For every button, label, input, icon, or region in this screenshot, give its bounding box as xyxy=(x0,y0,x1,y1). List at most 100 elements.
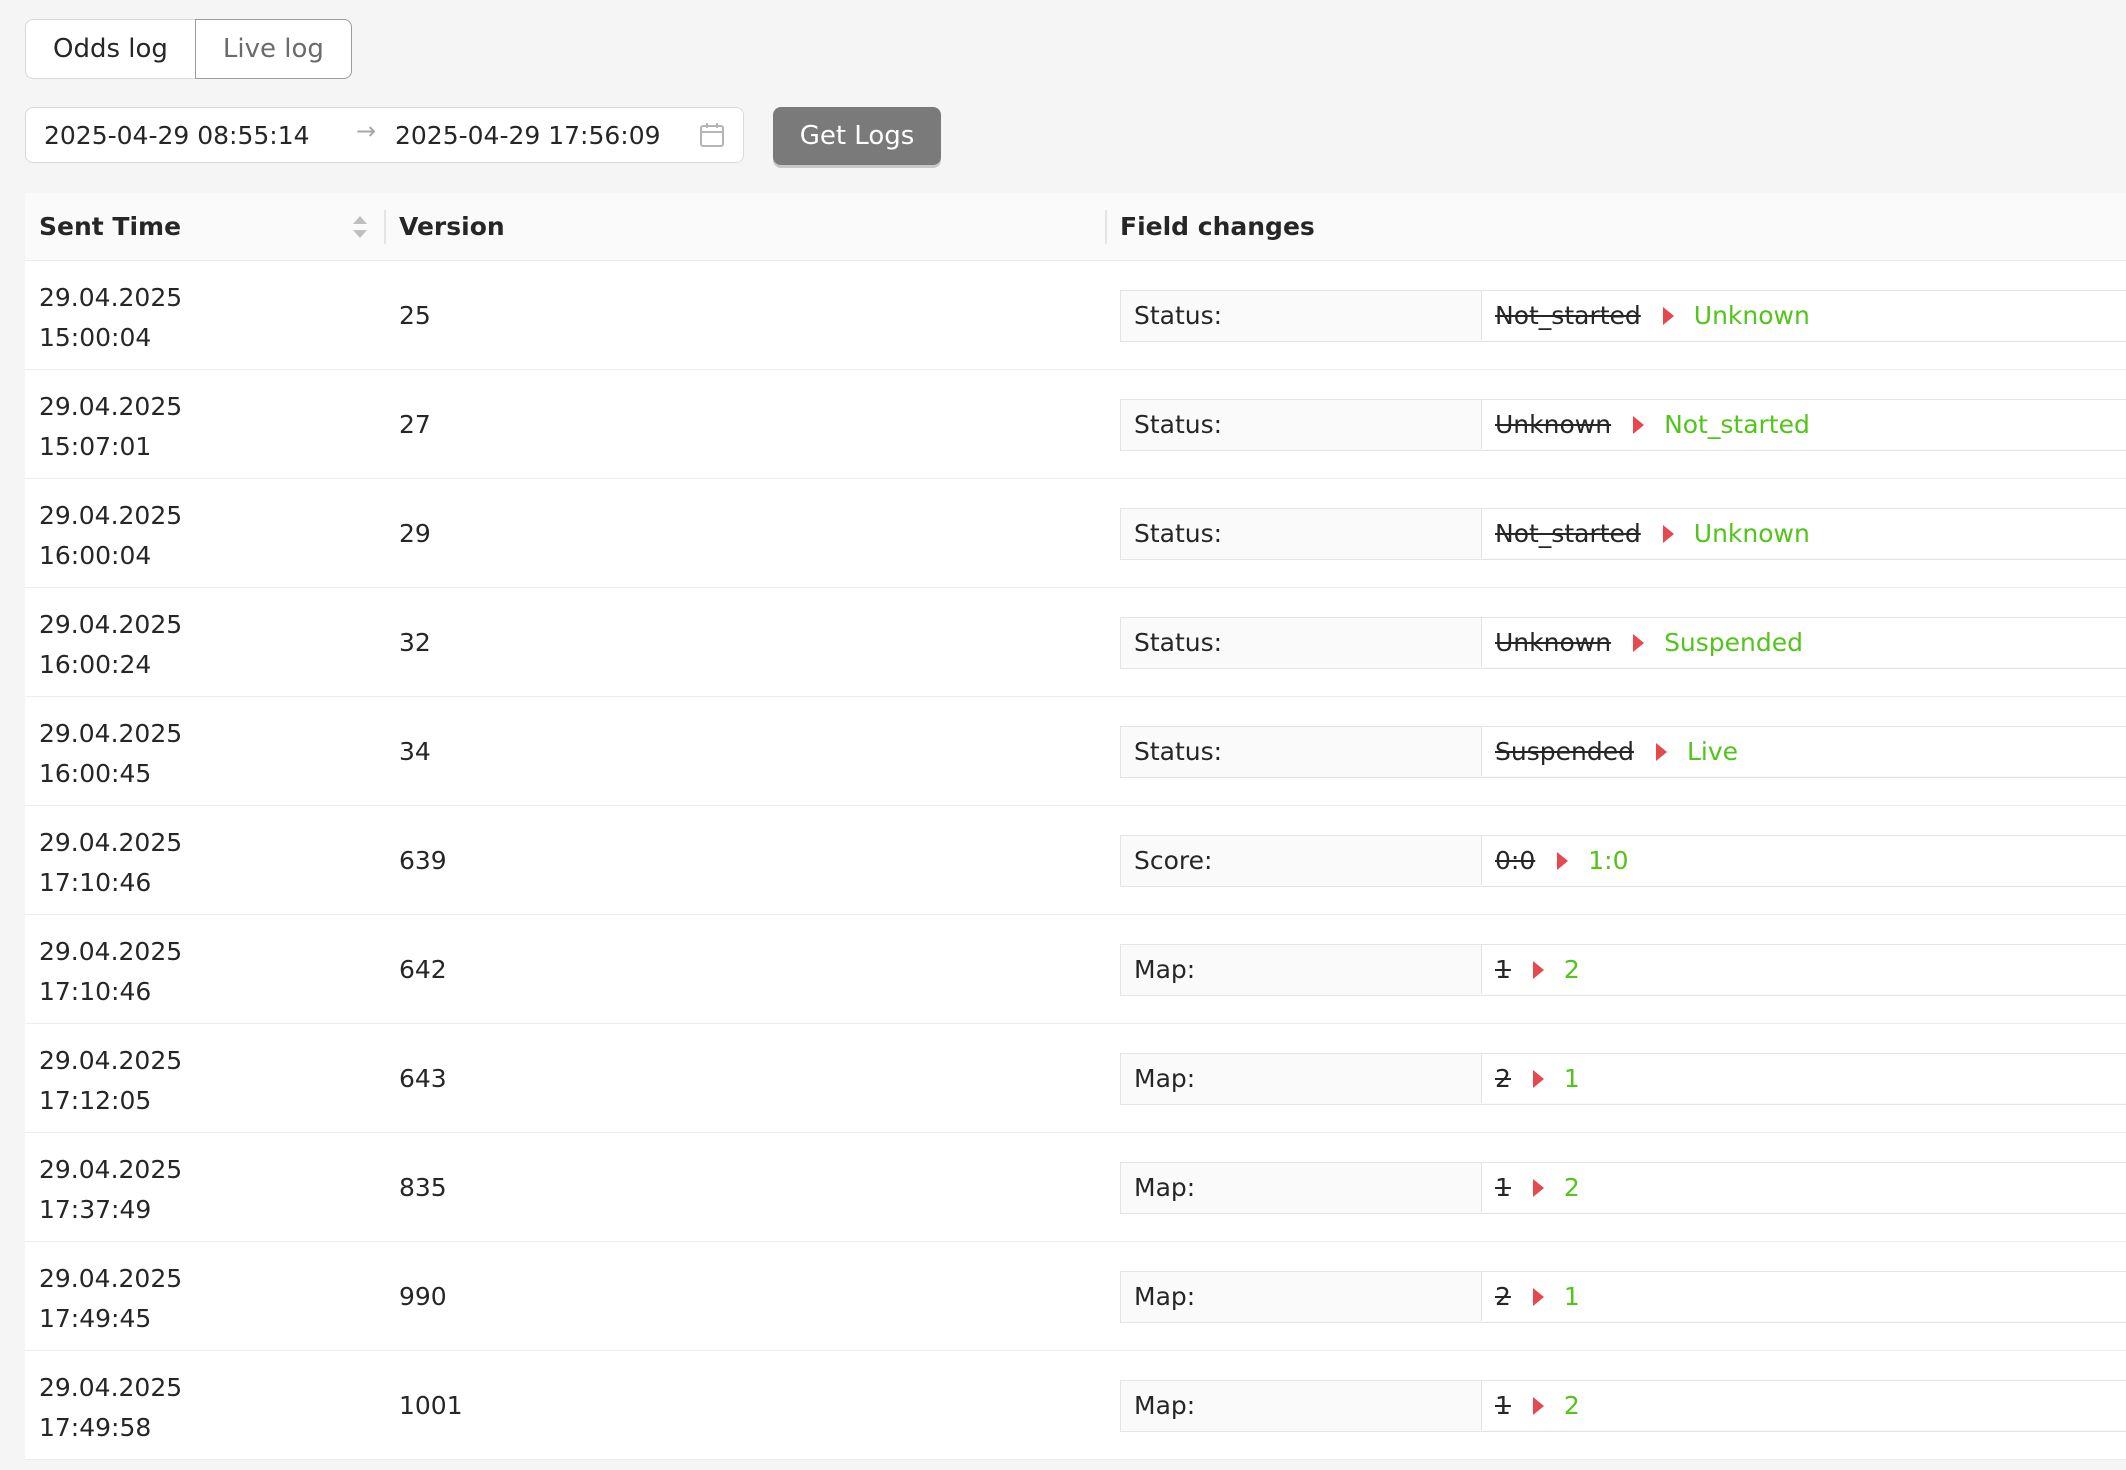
table-row: 29.04.2025 17:37:49 835 Map: 1 2 xyxy=(25,1133,2126,1242)
new-value: Unknown xyxy=(1693,301,1810,330)
field-change: Map: 1 2 xyxy=(1120,1380,2126,1432)
table-row: 29.04.2025 17:49:45 990 Map: 2 1 xyxy=(25,1242,2126,1351)
version-cell: 29 xyxy=(399,519,431,548)
sent-time: 15:07:01 xyxy=(39,432,152,461)
caret-right-icon xyxy=(1557,851,1569,870)
start-date-input[interactable]: 2025-04-29 08:55:14 xyxy=(44,121,310,150)
version-cell: 1001 xyxy=(399,1391,463,1420)
log-type-tabs: Odds log Live log xyxy=(25,19,352,79)
version-cell: 642 xyxy=(399,955,447,984)
old-value: 1 xyxy=(1495,1173,1511,1202)
field-values: Suspended Live xyxy=(1481,727,2126,776)
sent-date: 29.04.2025 xyxy=(39,1264,183,1293)
caret-right-icon xyxy=(1662,306,1674,325)
field-values: Unknown Not_started xyxy=(1481,400,2126,449)
sent-time-cell: 29.04.2025 16:00:45 xyxy=(39,714,182,794)
new-value: Not_started xyxy=(1664,410,1810,439)
field-values: 0:0 1:0 xyxy=(1481,836,2126,885)
sent-date: 29.04.2025 xyxy=(39,937,183,966)
end-date-input[interactable]: 2025-04-29 17:56:09 xyxy=(395,121,661,150)
old-value: 2 xyxy=(1495,1064,1511,1093)
field-name: Map: xyxy=(1134,1391,1196,1420)
sent-time-cell: 29.04.2025 15:07:01 xyxy=(39,387,182,467)
field-values: Not_started Unknown xyxy=(1481,509,2126,558)
table-row: 29.04.2025 17:10:46 639 Score: 0:0 1:0 xyxy=(25,806,2126,915)
tab-odds-log[interactable]: Odds log xyxy=(25,19,195,79)
field-values: 2 1 xyxy=(1481,1272,2126,1321)
table-row: 29.04.2025 16:00:04 29 Status: Not_start… xyxy=(25,479,2126,588)
new-value: 2 xyxy=(1563,1391,1580,1420)
sent-date: 29.04.2025 xyxy=(39,610,183,639)
column-header-field-changes: Field changes xyxy=(1120,212,1315,241)
table-row: 29.04.2025 15:07:01 27 Status: Unknown N… xyxy=(25,370,2126,479)
old-value: Not_started xyxy=(1495,519,1641,548)
sent-time: 17:12:05 xyxy=(39,1086,152,1115)
field-name: Status: xyxy=(1134,628,1223,657)
old-value: Unknown xyxy=(1495,628,1612,657)
column-divider xyxy=(384,210,386,244)
sent-time-cell: 29.04.2025 16:00:04 xyxy=(39,496,182,576)
table-row: 29.04.2025 17:49:58 1001 Map: 1 2 xyxy=(25,1351,2126,1460)
version-cell: 643 xyxy=(399,1064,447,1093)
table-row: 29.04.2025 17:12:05 643 Map: 2 1 xyxy=(25,1024,2126,1133)
sent-time: 15:00:04 xyxy=(39,323,152,352)
field-change: Map: 2 1 xyxy=(1120,1053,2126,1105)
field-change: Status: Unknown Not_started xyxy=(1120,399,2126,451)
date-range-picker[interactable]: 2025-04-29 08:55:14 → 2025-04-29 17:56:0… xyxy=(25,107,744,163)
column-header-sent-time[interactable]: Sent Time xyxy=(39,193,181,261)
table-row: 29.04.2025 17:10:46 642 Map: 1 2 xyxy=(25,915,2126,1024)
field-values: 1 2 xyxy=(1481,945,2126,994)
sent-time-cell: 29.04.2025 17:37:49 xyxy=(39,1150,182,1230)
new-value: 1 xyxy=(1563,1282,1580,1311)
version-cell: 639 xyxy=(399,846,447,875)
caret-right-icon xyxy=(1662,524,1674,543)
sent-date: 29.04.2025 xyxy=(39,1155,183,1184)
field-values: Not_started Unknown xyxy=(1481,291,2126,340)
sent-time-cell: 29.04.2025 17:12:05 xyxy=(39,1041,182,1121)
field-name: Status: xyxy=(1134,410,1223,439)
caret-right-icon xyxy=(1532,1396,1544,1415)
new-value: 2 xyxy=(1563,1173,1580,1202)
old-value: Unknown xyxy=(1495,410,1612,439)
field-name: Map: xyxy=(1134,1064,1196,1093)
calendar-icon[interactable] xyxy=(699,122,725,148)
table-row: 29.04.2025 16:00:24 32 Status: Unknown S… xyxy=(25,588,2126,697)
tab-live-log[interactable]: Live log xyxy=(194,19,352,79)
field-name: Score: xyxy=(1134,846,1213,875)
old-value: 1 xyxy=(1495,1391,1511,1420)
new-value: 1 xyxy=(1563,1064,1580,1093)
table-body: 29.04.2025 15:00:04 25 Status: Not_start… xyxy=(25,261,2126,1460)
table-header: Sent Time Version Field changes xyxy=(25,193,2126,261)
field-change: Score: 0:0 1:0 xyxy=(1120,835,2126,887)
field-name: Map: xyxy=(1134,1173,1196,1202)
new-value: Suspended xyxy=(1664,628,1804,657)
sent-date: 29.04.2025 xyxy=(39,719,183,748)
sent-time: 17:37:49 xyxy=(39,1195,152,1224)
old-value: 0:0 xyxy=(1495,846,1536,875)
field-values: 1 2 xyxy=(1481,1163,2126,1212)
sent-date: 29.04.2025 xyxy=(39,283,183,312)
field-change: Map: 1 2 xyxy=(1120,1162,2126,1214)
field-values: Unknown Suspended xyxy=(1481,618,2126,667)
field-name: Map: xyxy=(1134,1282,1196,1311)
sent-time: 16:00:04 xyxy=(39,541,152,570)
field-change: Status: Not_started Unknown xyxy=(1120,290,2126,342)
field-change: Status: Unknown Suspended xyxy=(1120,617,2126,669)
table-row: 29.04.2025 15:00:04 25 Status: Not_start… xyxy=(25,261,2126,370)
sent-time-cell: 29.04.2025 17:49:45 xyxy=(39,1259,182,1339)
version-cell: 27 xyxy=(399,410,431,439)
get-logs-button[interactable]: Get Logs xyxy=(773,107,941,165)
new-value: Unknown xyxy=(1693,519,1810,548)
field-change: Status: Not_started Unknown xyxy=(1120,508,2126,560)
version-cell: 25 xyxy=(399,301,431,330)
sent-time-cell: 29.04.2025 16:00:24 xyxy=(39,605,182,685)
sort-caret-icon[interactable] xyxy=(351,214,369,240)
field-values: 2 1 xyxy=(1481,1054,2126,1103)
old-value: Suspended xyxy=(1495,737,1634,766)
old-value: Not_started xyxy=(1495,301,1641,330)
old-value: 2 xyxy=(1495,1282,1511,1311)
sent-time: 17:10:46 xyxy=(39,977,152,1006)
sent-time-cell: 29.04.2025 15:00:04 xyxy=(39,278,182,358)
sent-time-cell: 29.04.2025 17:10:46 xyxy=(39,932,182,1012)
sent-date: 29.04.2025 xyxy=(39,392,183,421)
